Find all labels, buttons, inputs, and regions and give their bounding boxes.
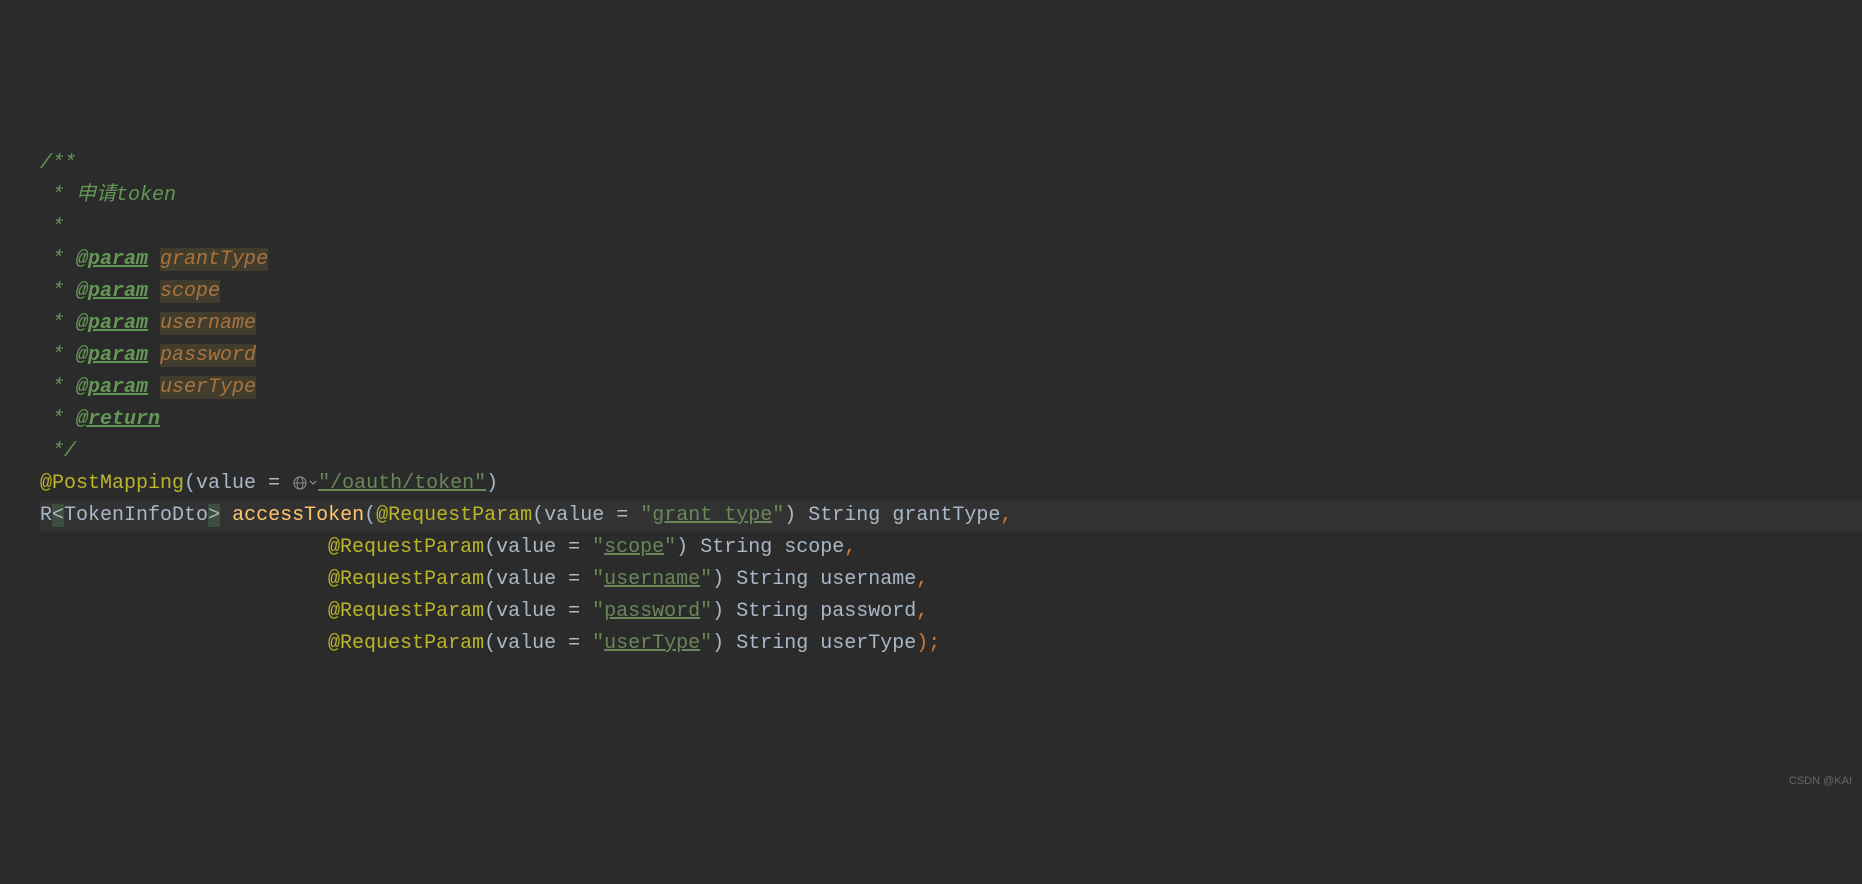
globe-icon[interactable] bbox=[292, 475, 318, 491]
javadoc-desc-line: * 申请token bbox=[40, 184, 176, 207]
method-signature-line: R<TokenInfoDto> accessToken(@RequestPara… bbox=[40, 500, 1862, 532]
annotation-line: @PostMapping(value = "/oauth/token") bbox=[40, 472, 498, 495]
watermark: CSDN @KAI bbox=[1789, 773, 1852, 791]
javadoc-param-line: * @param password bbox=[40, 344, 256, 367]
javadoc-blank: * bbox=[40, 216, 64, 239]
method-param-line: @RequestParam(value = "username") String… bbox=[40, 568, 928, 591]
javadoc-param-line: * @param username bbox=[40, 312, 256, 335]
javadoc-close: */ bbox=[40, 440, 76, 463]
code-editor[interactable]: /** * 申请token * * @param grantType * @pa… bbox=[40, 148, 1862, 660]
method-param-line: @RequestParam(value = "scope") String sc… bbox=[40, 536, 856, 559]
javadoc-param-line: * @param userType bbox=[40, 376, 256, 399]
chevron-down-icon bbox=[308, 478, 318, 488]
javadoc-open: /** bbox=[40, 152, 76, 175]
javadoc-param-line: * @param grantType bbox=[40, 248, 268, 271]
method-param-line: @RequestParam(value = "password") String… bbox=[40, 600, 928, 623]
method-param-line: @RequestParam(value = "userType") String… bbox=[40, 632, 940, 655]
javadoc-return-line: * @return bbox=[40, 408, 160, 431]
javadoc-param-line: * @param scope bbox=[40, 280, 220, 303]
